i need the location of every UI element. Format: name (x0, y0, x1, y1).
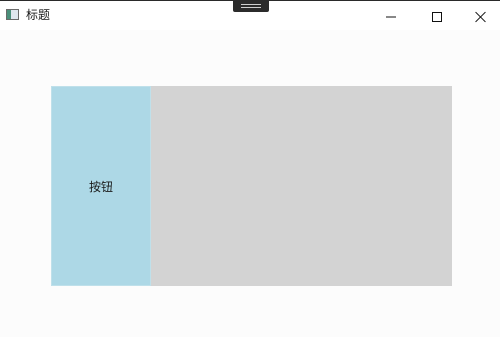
window-app-icon (6, 9, 19, 20)
maximize-button[interactable] (414, 2, 460, 31)
minimize-icon (386, 16, 396, 17)
main-button-label: 按钮 (88, 179, 113, 194)
content-panel: 按钮 (51, 86, 452, 286)
window-title: 标题 (26, 8, 51, 22)
maximize-icon (432, 11, 442, 22)
app-window: 标题 按钮 (0, 0, 500, 337)
close-button[interactable] (460, 2, 500, 31)
minimize-button[interactable] (368, 2, 414, 31)
main-button[interactable]: 按钮 (51, 86, 151, 286)
close-icon (474, 11, 486, 23)
drag-grip-icon[interactable] (233, 0, 269, 12)
